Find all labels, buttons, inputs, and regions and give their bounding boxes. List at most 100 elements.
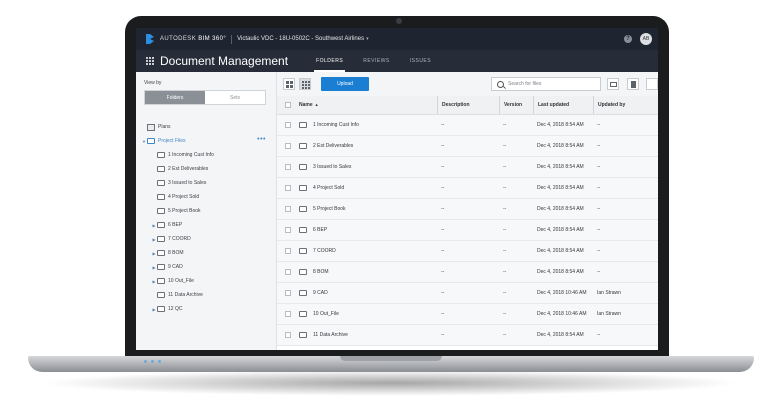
table-row[interactable]: 1 Incoming Cust Info -- -- Dec 4, 2018 8:54… <box>277 115 658 136</box>
file-list-panel: Upload Name▲ Description Version Last up… <box>277 72 658 350</box>
tree-item[interactable]: 4 Project Sold <box>136 190 276 204</box>
tab-reviews[interactable]: REVIEWS <box>353 50 400 72</box>
column-updated-by[interactable]: Updated by <box>593 96 655 114</box>
file-name-link[interactable]: 2 Est Deliverables <box>313 143 437 149</box>
column-version[interactable]: Version <box>499 96 533 114</box>
file-name-link[interactable]: 11 Data Archive <box>313 332 437 338</box>
row-checkbox[interactable] <box>285 206 291 212</box>
tree-item[interactable]: ▶ 6 BEP <box>136 218 276 232</box>
tree-item-label: Project Files <box>158 138 186 144</box>
laptop-notch <box>340 356 442 361</box>
table-row[interactable]: 10 Out_File -- -- Dec 4, 2018 10:46 AM Ian S… <box>277 304 658 325</box>
tab-issues[interactable]: ISSUES <box>400 50 441 72</box>
file-name-link[interactable]: 1 Incoming Cust Info <box>313 122 437 128</box>
folder-icon <box>157 180 165 186</box>
row-checkbox[interactable] <box>285 143 291 149</box>
file-name-link[interactable]: 10 Out_File <box>313 311 437 317</box>
upload-button[interactable]: Upload <box>321 77 369 91</box>
table-row[interactable]: 5 Project Book -- -- Dec 4, 2018 8:54 AM -- <box>277 199 658 220</box>
autodesk-logo-icon[interactable] <box>144 33 156 45</box>
tree-item[interactable]: ▶ 12 QC <box>136 302 276 316</box>
row-checkbox[interactable] <box>285 122 291 128</box>
file-name-link[interactable]: 6 BEP <box>313 227 437 233</box>
tree-item[interactable]: 2 Est Deliverables <box>136 162 276 176</box>
updated-by-cell: Ian Strawn <box>597 311 621 317</box>
search-input[interactable] <box>508 81 598 87</box>
tab-folders[interactable]: FOLDERS <box>306 50 353 72</box>
folder-panel: View by Folders Sets Plans ▼ Project Fil… <box>136 72 277 350</box>
folder-icon <box>299 290 313 296</box>
tree-item-project-files[interactable]: ▼ Project Files ••• <box>136 134 276 148</box>
brand-name: AUTODESK BIM 360° <box>160 36 226 42</box>
folder-icon <box>147 138 155 144</box>
description-cell: -- <box>441 290 445 296</box>
folders-toggle[interactable]: Folders <box>145 91 205 104</box>
project-selector[interactable]: Victaulic VDC - 18U-0502C - Southwest Ai… <box>237 36 364 42</box>
table-row[interactable]: 2 Est Deliverables -- -- Dec 4, 2018 8:54 A… <box>277 136 658 157</box>
folder-icon <box>299 311 313 317</box>
tree-item-plans[interactable]: Plans <box>136 120 276 134</box>
version-cell: -- <box>503 164 507 170</box>
table-row[interactable]: 6 BEP -- -- Dec 4, 2018 8:54 AM -- <box>277 220 658 241</box>
app-grid-icon[interactable] <box>146 57 154 65</box>
panel-toggle-icon[interactable] <box>627 78 639 90</box>
tree-item[interactable]: 11 Data Archive <box>136 288 276 302</box>
description-cell: -- <box>441 122 445 128</box>
row-checkbox[interactable] <box>285 185 291 191</box>
last-updated-cell: Dec 4, 2018 8:54 AM <box>537 227 584 233</box>
folder-icon <box>157 208 165 214</box>
file-name-link[interactable]: 7 COORD <box>313 248 437 254</box>
chevron-down-icon[interactable]: ▾ <box>366 36 369 42</box>
table-row[interactable]: 11 Data Archive -- -- Dec 4, 2018 8:54 AM -- <box>277 325 658 346</box>
plans-icon <box>147 123 155 131</box>
tree-item-label: 8 BOM <box>168 250 184 256</box>
sort-ascending-icon: ▲ <box>314 102 319 107</box>
laptop-shadow <box>40 370 742 396</box>
add-folder-icon[interactable] <box>607 78 619 90</box>
row-checkbox[interactable] <box>285 332 291 338</box>
avatar[interactable]: AB <box>640 33 652 45</box>
file-name-link[interactable]: 3 Issued to Sales <box>313 164 437 170</box>
tree-item[interactable]: 5 Project Book <box>136 204 276 218</box>
table-row[interactable]: 7 COORD -- -- Dec 4, 2018 8:54 AM -- <box>277 241 658 262</box>
last-updated-cell: Dec 4, 2018 8:54 AM <box>537 269 584 275</box>
row-checkbox[interactable] <box>285 248 291 254</box>
page-title: Document Management <box>160 54 289 68</box>
row-checkbox-cell <box>277 332 299 338</box>
row-checkbox[interactable] <box>285 311 291 317</box>
tree-item[interactable]: ▶ 7 COORD <box>136 232 276 246</box>
row-checkbox[interactable] <box>285 227 291 233</box>
tree-item[interactable]: ▶ 9 CAD <box>136 260 276 274</box>
folder-icon <box>157 194 165 200</box>
row-checkbox[interactable] <box>285 290 291 296</box>
table-row[interactable]: 3 Issued to Sales -- -- Dec 4, 2018 8:54 AM… <box>277 157 658 178</box>
select-all-checkbox[interactable] <box>285 102 291 108</box>
column-description[interactable]: Description <box>437 96 499 114</box>
module-header: Document Management FOLDERS REVIEWS ISSU… <box>136 50 658 72</box>
updated-by-cell: -- <box>597 206 601 212</box>
more-options-icon[interactable]: ••• <box>257 136 266 143</box>
column-name[interactable]: Name ▲ <box>299 102 437 108</box>
file-name-link[interactable]: 9 CAD <box>313 290 437 296</box>
row-checkbox[interactable] <box>285 269 291 275</box>
version-cell: -- <box>503 269 507 275</box>
tree-item[interactable]: 1 Incoming Cust Info <box>136 148 276 162</box>
row-checkbox[interactable] <box>285 164 291 170</box>
sets-toggle[interactable]: Sets <box>205 91 265 104</box>
tree-item-label: 5 Project Book <box>168 208 201 214</box>
list-view-icon[interactable] <box>283 78 295 90</box>
tree-item[interactable]: ▶ 8 BOM <box>136 246 276 260</box>
file-name-link[interactable]: 5 Project Book <box>313 206 437 212</box>
table-row[interactable]: 4 Project Sold -- -- Dec 4, 2018 8:54 AM -- <box>277 178 658 199</box>
tree-item[interactable]: 3 Issued to Sales <box>136 176 276 190</box>
tree-item[interactable]: ▶ 10 Out_File <box>136 274 276 288</box>
grid-view-icon[interactable] <box>299 78 311 90</box>
help-icon[interactable]: ? <box>624 35 632 43</box>
table-row[interactable]: 9 CAD -- -- Dec 4, 2018 10:46 AM Ian Strawn <box>277 283 658 304</box>
column-last-updated[interactable]: Last updated <box>533 96 593 114</box>
settings-icon[interactable] <box>646 78 658 90</box>
file-name-link[interactable]: 4 Project Sold <box>313 185 437 191</box>
updated-by-cell: -- <box>597 269 601 275</box>
file-name-link[interactable]: 8 BOM <box>313 269 437 275</box>
table-row[interactable]: 8 BOM -- -- Dec 4, 2018 8:54 AM -- <box>277 262 658 283</box>
